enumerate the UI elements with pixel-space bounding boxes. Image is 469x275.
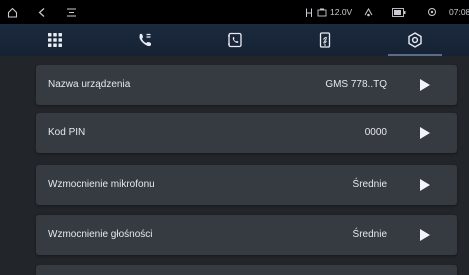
phone-link-icon: [319, 32, 331, 48]
setting-label: Nazwa urządzenia: [48, 79, 131, 90]
status-bar: 12.0V 07:08: [0, 0, 469, 24]
clock: 07:08: [449, 7, 469, 17]
bluetooth-audio-icon: [361, 5, 375, 19]
setting-value: GMS 778..TQ: [325, 79, 387, 90]
setting-value: Średnie: [352, 179, 387, 190]
setting-label: Wzmocnienie mikrofonu: [48, 179, 155, 190]
phonebook-icon: [228, 32, 242, 48]
setting-label: Kod PIN: [48, 127, 86, 138]
setting-next-partial[interactable]: [36, 265, 457, 275]
tab-apps[interactable]: [20, 24, 90, 56]
battery-voltage-icon: [315, 5, 329, 19]
top-navigation: [0, 24, 469, 56]
tab-phone-link[interactable]: [290, 24, 360, 56]
setting-value: Średnie: [352, 229, 387, 240]
play-arrow-icon[interactable]: [419, 79, 431, 91]
setting-label: Wzmocnienie głośności: [48, 229, 153, 240]
setting-pin-code[interactable]: Kod PIN 0000: [36, 113, 457, 153]
setting-value: 0000: [364, 127, 387, 138]
bluetooth-icon: [302, 5, 316, 19]
back-icon[interactable]: [35, 5, 49, 19]
bluetooth-settings-screen: 12.0V 07:08 Nazwa urządzenia GMS 778..TQ…: [0, 0, 469, 275]
play-arrow-icon[interactable]: [419, 179, 431, 191]
menu-icon[interactable]: [64, 5, 78, 19]
setting-device-name[interactable]: Nazwa urządzenia GMS 778..TQ: [36, 65, 457, 105]
tab-settings[interactable]: [380, 24, 450, 56]
apps-grid-icon: [48, 33, 62, 47]
setting-microphone-gain[interactable]: Wzmocnienie mikrofonu Średnie: [36, 165, 457, 205]
phone-call-icon: [139, 33, 152, 47]
tab-phone[interactable]: [110, 24, 180, 56]
play-arrow-icon[interactable]: [419, 229, 431, 241]
voltage-text: 12.0V: [330, 7, 353, 17]
battery-icon: [392, 5, 406, 19]
tab-phonebook[interactable]: [200, 24, 270, 56]
settings-icon: [408, 32, 422, 48]
home-icon[interactable]: [5, 5, 19, 19]
setting-speaker-gain[interactable]: Wzmocnienie głośności Średnie: [36, 215, 457, 255]
settings-list: Nazwa urządzenia GMS 778..TQ Kod PIN 000…: [0, 56, 469, 275]
play-arrow-icon[interactable]: [419, 127, 431, 139]
location-icon: [425, 5, 439, 19]
